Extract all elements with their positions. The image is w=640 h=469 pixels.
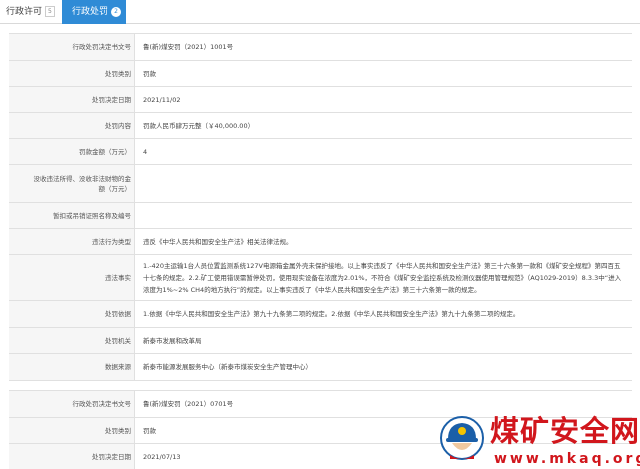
tab-bar: 行政许可 5 行政处罚 2 xyxy=(0,0,640,24)
record-row: 违法事实 1.-420主运输1台人员位置监测系统127V电源箱金属外壳未保护接地… xyxy=(9,255,632,301)
field-label: 处罚类别 xyxy=(9,61,135,86)
field-label: 没收违法所得、没收非法财物的金额（万元） xyxy=(9,165,135,202)
miner-helmet-icon xyxy=(440,415,484,461)
field-label: 处罚决定日期 xyxy=(9,444,135,469)
field-label: 处罚内容 xyxy=(9,113,135,138)
penalty-record-table: 行政处罚决定书文号 鲁(新)煤安罚（2021）1001号 处罚类别 罚款 处罚决… xyxy=(9,33,632,381)
tab-count-badge: 2 xyxy=(111,7,122,17)
field-label: 行政处罚决定书文号 xyxy=(9,391,135,417)
tab-administrative-license[interactable]: 行政许可 5 xyxy=(6,0,56,24)
field-label: 罚款金额（万元） xyxy=(9,139,135,164)
field-value: 1.-420主运输1台人员位置监测系统127V电源箱金属外壳未保护接地。以上事实… xyxy=(143,261,622,294)
record-row: 处罚类别 罚款 xyxy=(9,61,632,87)
field-value: 新泰市能源发展服务中心（新泰市煤炭安全生产管理中心） xyxy=(143,363,312,371)
record-row: 违法行为类型 违反《中华人民共和国安全生产法》相关法律法规。 xyxy=(9,229,632,255)
field-label: 处罚决定日期 xyxy=(9,87,135,112)
record-row: 数据来源 新泰市能源发展服务中心（新泰市煤炭安全生产管理中心） xyxy=(9,354,632,381)
watermark-url: www.mkaq.org xyxy=(494,451,640,467)
field-value: 2021/11/02 xyxy=(143,95,181,104)
field-label: 处罚类别 xyxy=(9,418,135,443)
record-row: 处罚机关 新泰市发展和改革局 xyxy=(9,328,632,354)
field-label: 处罚机关 xyxy=(9,328,135,353)
record-row: 处罚依据 1.依据《中华人民共和国安全生产法》第九十九条第二项的规定。2.依据《… xyxy=(9,301,632,328)
field-label: 数据来源 xyxy=(9,354,135,380)
field-value xyxy=(143,203,626,228)
field-label: 违法事实 xyxy=(9,255,135,300)
record-row: 暂扣或吊销证照名称及编号 xyxy=(9,203,632,229)
tab-count-badge: 5 xyxy=(45,6,55,17)
tab-administrative-penalty[interactable]: 行政处罚 2 xyxy=(62,0,126,24)
tab-label: 行政许可 xyxy=(6,7,43,17)
field-value: 1.依据《中华人民共和国安全生产法》第九十九条第二项的规定。2.依据《中华人民共… xyxy=(143,310,520,318)
field-value: 鲁(新)煤安罚（2021）1001号 xyxy=(143,43,234,51)
field-value: 罚款 xyxy=(143,69,156,78)
field-value: 违反《中华人民共和国安全生产法》相关法律法规。 xyxy=(143,237,293,246)
field-value: 4 xyxy=(143,147,148,156)
site-watermark: 煤矿安全网 www.mkaq.org xyxy=(436,413,640,469)
field-value xyxy=(143,165,626,202)
field-value: 新泰市发展和改革局 xyxy=(143,336,202,345)
record-row: 罚款金额（万元） 4 xyxy=(9,139,632,165)
field-label: 行政处罚决定书文号 xyxy=(9,34,135,60)
watermark-title: 煤矿安全网 xyxy=(490,414,640,448)
field-label: 处罚依据 xyxy=(9,301,135,327)
tab-label: 行政处罚 xyxy=(72,7,109,17)
record-row: 处罚内容 罚款人民币肆万元整（￥40,000.00） xyxy=(9,113,632,139)
record-row: 处罚决定日期 2021/11/02 xyxy=(9,87,632,113)
field-label: 暂扣或吊销证照名称及编号 xyxy=(9,203,135,228)
field-value: 罚款人民币肆万元整（￥40,000.00） xyxy=(143,121,255,130)
record-row: 行政处罚决定书文号 鲁(新)煤安罚（2021）1001号 xyxy=(9,34,632,61)
field-label: 违法行为类型 xyxy=(9,229,135,254)
record-row: 没收违法所得、没收非法财物的金额（万元） xyxy=(9,165,632,203)
